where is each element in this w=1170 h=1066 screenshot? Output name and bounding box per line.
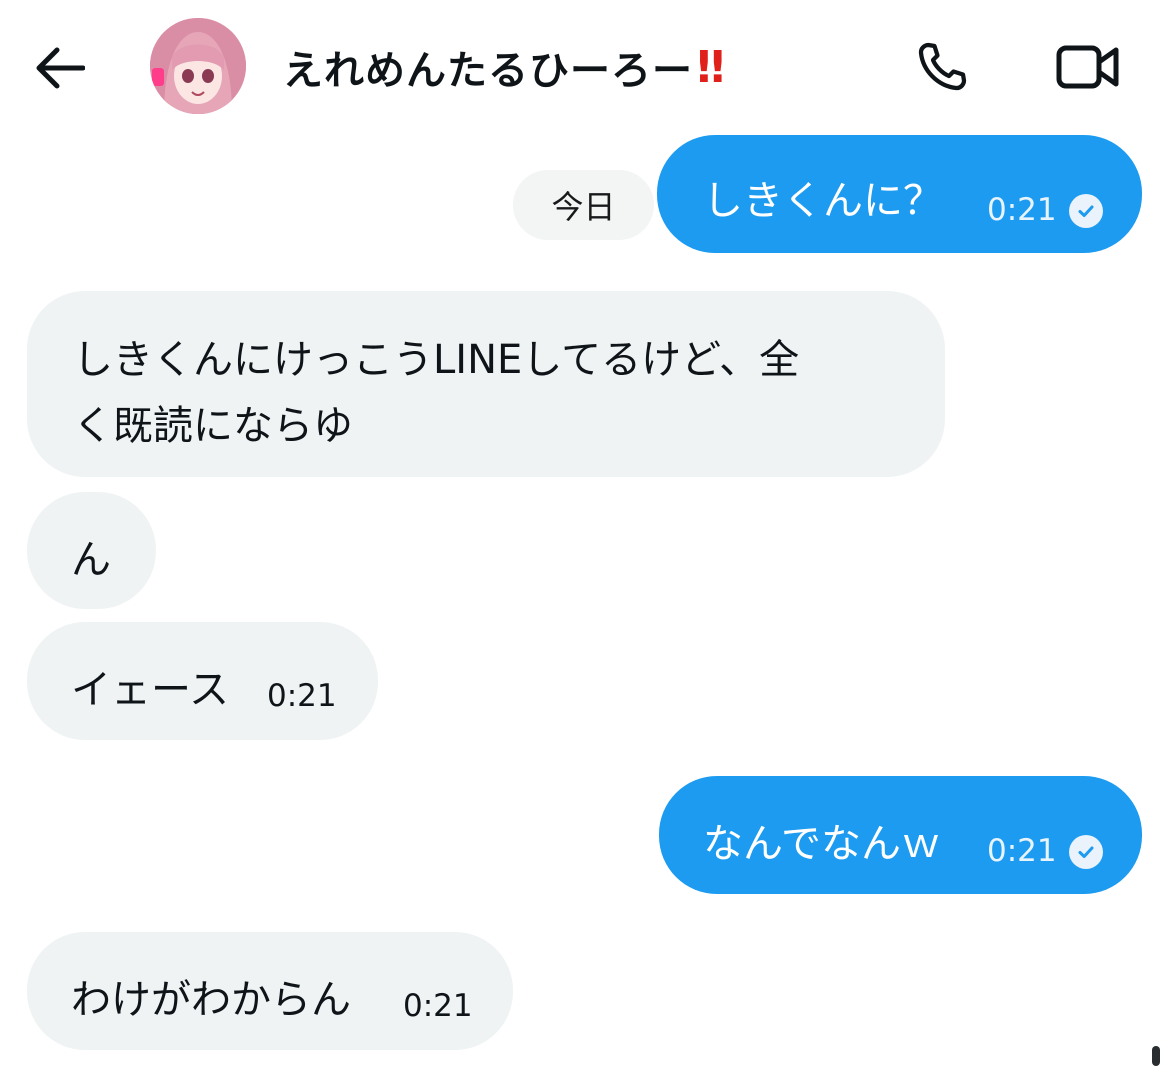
scrollbar[interactable] xyxy=(1152,1046,1160,1066)
received-message-bubble[interactable]: わけがわからん 0:21 xyxy=(27,932,513,1050)
received-message-bubble[interactable]: イェース 0:21 xyxy=(27,622,378,740)
check-circle-icon xyxy=(1069,835,1103,869)
received-message-bubble[interactable]: ん xyxy=(27,492,156,609)
message-text: しきくんに？ xyxy=(703,178,943,224)
date-separator: 今日 xyxy=(513,170,654,240)
message-time: 0:21 xyxy=(987,192,1057,228)
message-time: 0:21 xyxy=(267,678,337,714)
received-message-bubble[interactable]: しきくんにけっこうLINEしてるけど、全 く既読にならゆ xyxy=(27,291,945,477)
message-text-line-1: しきくんにけっこうLINEしてるけど、全 xyxy=(73,337,800,383)
back-button[interactable] xyxy=(28,40,90,96)
sent-message-bubble[interactable]: しきくんに？ 0:21 xyxy=(657,135,1142,253)
avatar-image xyxy=(150,18,246,114)
conversation-title[interactable]: えれめんたるひーろー ‼ xyxy=(283,36,724,98)
message-text-line-2: く既読にならゆ xyxy=(73,403,353,449)
message-time: 0:21 xyxy=(987,833,1057,869)
message-text: イェース xyxy=(71,667,229,713)
video-call-button[interactable] xyxy=(1050,34,1126,100)
double-exclamation-emoji: ‼ xyxy=(697,41,724,93)
check-circle-icon xyxy=(1069,194,1103,228)
video-camera-icon xyxy=(1056,45,1119,89)
phone-icon xyxy=(918,42,967,91)
contact-name: えれめんたるひーろー xyxy=(283,48,693,94)
message-text: なんでなんｗ xyxy=(703,821,941,867)
call-button[interactable] xyxy=(908,34,976,100)
arrow-left-icon xyxy=(36,47,85,89)
message-time: 0:21 xyxy=(403,988,473,1024)
message-text: わけがわからん xyxy=(71,977,351,1023)
message-text: ん xyxy=(71,537,111,583)
avatar[interactable] xyxy=(150,18,246,114)
sent-message-bubble[interactable]: なんでなんｗ 0:21 xyxy=(659,776,1142,894)
